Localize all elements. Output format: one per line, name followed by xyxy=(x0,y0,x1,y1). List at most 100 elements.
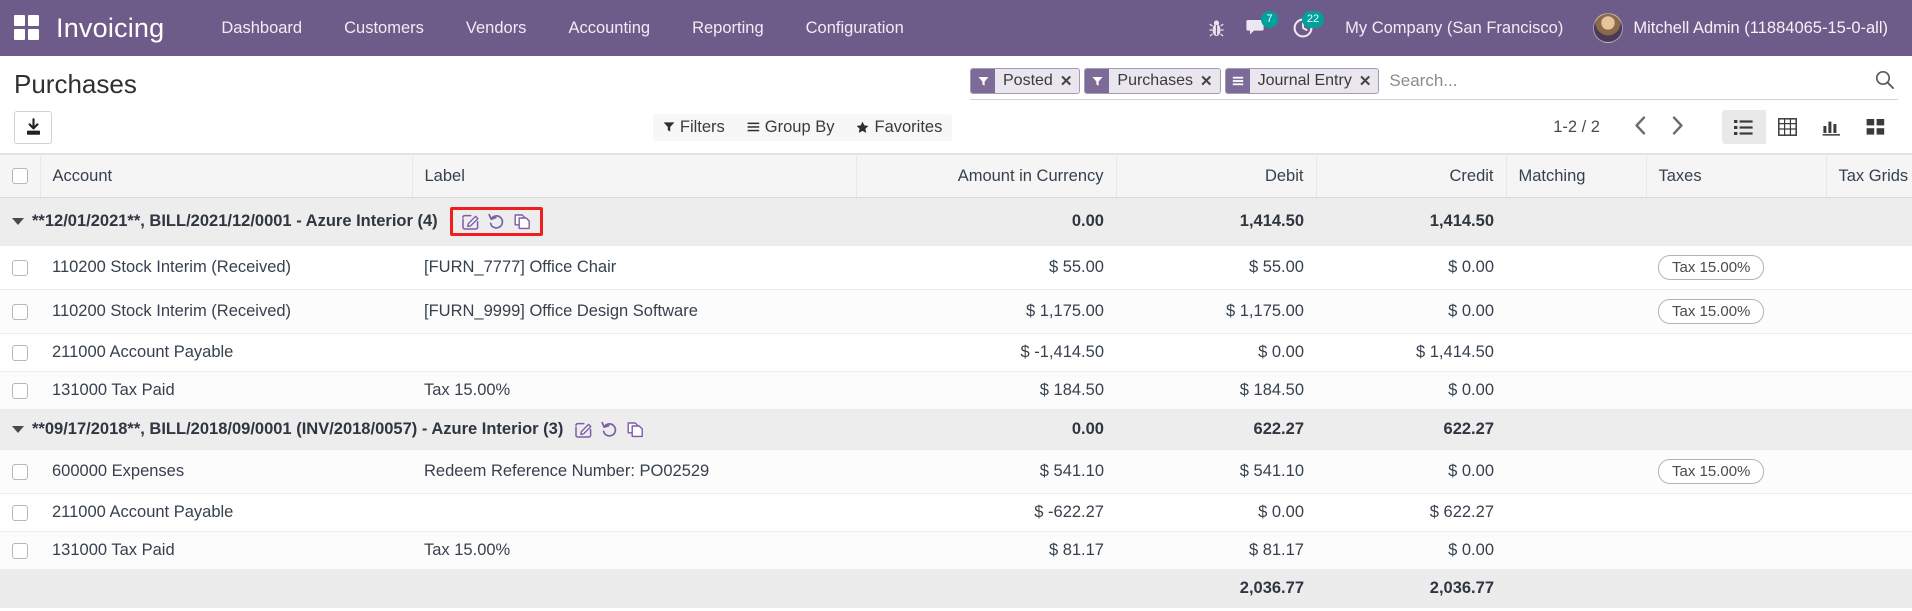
group-collapse-caret-icon[interactable] xyxy=(12,218,24,225)
menu-item-accounting[interactable]: Accounting xyxy=(547,1,671,56)
table-row[interactable]: 600000 Expenses Redeem Reference Number:… xyxy=(0,450,1912,494)
view-button-graph[interactable] xyxy=(1810,110,1854,144)
bug-icon[interactable] xyxy=(1198,0,1235,56)
column-header-label[interactable]: Label xyxy=(412,155,856,198)
cell-matching xyxy=(1506,246,1646,290)
app-brand-invoicing[interactable]: Invoicing xyxy=(56,13,164,44)
row-checkbox[interactable] xyxy=(12,464,28,480)
messages-badge: 7 xyxy=(1261,11,1278,28)
group-title-cell: **09/17/2018**, BILL/2018/09/0001 (INV/2… xyxy=(0,410,856,450)
filters-dropdown[interactable]: Filters xyxy=(663,118,725,137)
cell-debit: $ 55.00 xyxy=(1116,246,1316,290)
cell-credit: $ 0.00 xyxy=(1316,532,1506,570)
edit-pencil-icon[interactable] xyxy=(575,421,592,438)
list-icon xyxy=(1226,69,1250,93)
tax-badge: Tax 15.00% xyxy=(1658,459,1764,484)
duplicate-copy-icon[interactable] xyxy=(514,213,531,230)
column-header-debit[interactable]: Debit xyxy=(1116,155,1316,198)
cell-matching xyxy=(1506,532,1646,570)
search-input[interactable] xyxy=(1383,69,1898,93)
view-button-list[interactable] xyxy=(1722,110,1766,144)
cell-tax-grids xyxy=(1826,334,1912,372)
table-row[interactable]: 110200 Stock Interim (Received) [FURN_99… xyxy=(0,290,1912,334)
facet-purchases[interactable]: Purchases ✕ xyxy=(1084,68,1220,94)
row-checkbox-cell xyxy=(0,372,40,410)
favorites-dropdown[interactable]: Favorites xyxy=(856,118,942,137)
cell-account: 600000 Expenses xyxy=(40,450,412,494)
journal-items-table: Account Label Amount in Currency Debit C… xyxy=(0,154,1912,608)
column-header-matching[interactable]: Matching xyxy=(1506,155,1646,198)
cell-label: Tax 15.00% xyxy=(412,532,856,570)
row-checkbox[interactable] xyxy=(12,345,28,361)
column-header-amount-in-currency[interactable]: Amount in Currency xyxy=(856,155,1116,198)
facet-remove-icon[interactable]: ✕ xyxy=(1200,69,1220,93)
group-collapse-caret-icon[interactable] xyxy=(12,426,24,433)
undo-arrow-icon[interactable] xyxy=(601,421,618,438)
group-row[interactable]: **09/17/2018**, BILL/2018/09/0001 (INV/2… xyxy=(0,410,1912,450)
company-switcher[interactable]: My Company (San Francisco) xyxy=(1327,19,1581,38)
cell-taxes xyxy=(1646,532,1826,570)
facet-remove-icon[interactable]: ✕ xyxy=(1359,69,1379,93)
facet-posted[interactable]: Posted ✕ xyxy=(970,68,1080,94)
row-checkbox[interactable] xyxy=(12,260,28,276)
select-all-checkbox[interactable] xyxy=(12,168,28,184)
group-tax-grids xyxy=(1826,410,1912,450)
table-row[interactable]: 211000 Account Payable $ -622.27 $ 0.00 … xyxy=(0,494,1912,532)
control-panel-top-row: Purchases Posted ✕ xyxy=(0,56,1912,104)
group-title: **12/01/2021**, BILL/2021/12/0001 - Azur… xyxy=(32,212,438,231)
view-button-kanban[interactable] xyxy=(1854,110,1898,144)
activities-button[interactable]: 22 xyxy=(1281,0,1327,56)
edit-pencil-icon[interactable] xyxy=(462,213,479,230)
cell-taxes: Tax 15.00% xyxy=(1646,246,1826,290)
table-row[interactable]: 131000 Tax Paid Tax 15.00% $ 184.50 $ 18… xyxy=(0,372,1912,410)
filter-icon xyxy=(1085,69,1109,93)
cell-tax-grids xyxy=(1826,246,1912,290)
pager-range[interactable]: 1-2 / 2 xyxy=(1553,118,1600,137)
table-row[interactable]: 211000 Account Payable $ -1,414.50 $ 0.0… xyxy=(0,334,1912,372)
cell-matching xyxy=(1506,372,1646,410)
menu-item-configuration[interactable]: Configuration xyxy=(785,1,925,56)
column-header-tax-grids[interactable]: Tax Grids xyxy=(1826,155,1912,198)
cell-credit: $ 0.00 xyxy=(1316,246,1506,290)
facet-remove-icon[interactable]: ✕ xyxy=(1060,69,1080,93)
menu-item-customers[interactable]: Customers xyxy=(323,1,445,56)
row-checkbox[interactable] xyxy=(12,383,28,399)
pager-previous-button[interactable] xyxy=(1622,116,1659,139)
table-row[interactable]: 131000 Tax Paid Tax 15.00% $ 81.17 $ 81.… xyxy=(0,532,1912,570)
undo-arrow-icon[interactable] xyxy=(488,213,505,230)
messages-button[interactable]: 7 xyxy=(1235,0,1281,56)
row-checkbox[interactable] xyxy=(12,304,28,320)
cell-amount: $ 55.00 xyxy=(856,246,1116,290)
export-button[interactable] xyxy=(14,111,52,144)
cell-amount: $ 541.10 xyxy=(856,450,1116,494)
user-menu[interactable]: Mitchell Admin (11884065-15-0-all) xyxy=(1581,13,1894,43)
group-row[interactable]: **12/01/2021**, BILL/2021/12/0001 - Azur… xyxy=(0,198,1912,246)
group-by-dropdown[interactable]: Group By xyxy=(747,118,835,137)
row-checkbox[interactable] xyxy=(12,505,28,521)
view-button-pivot[interactable] xyxy=(1766,110,1810,144)
column-header-taxes[interactable]: Taxes xyxy=(1646,155,1826,198)
group-title-cell: **12/01/2021**, BILL/2021/12/0001 - Azur… xyxy=(0,198,856,246)
column-header-credit[interactable]: Credit xyxy=(1316,155,1506,198)
control-panel: Purchases Posted ✕ xyxy=(0,56,1912,154)
row-checkbox[interactable] xyxy=(12,543,28,559)
group-debit: 622.27 xyxy=(1116,410,1316,450)
menu-item-dashboard[interactable]: Dashboard xyxy=(200,1,323,56)
list-view-icon xyxy=(1734,119,1753,136)
pager-next-button[interactable] xyxy=(1659,116,1696,139)
menu-item-vendors[interactable]: Vendors xyxy=(445,1,548,56)
duplicate-copy-icon[interactable] xyxy=(627,421,644,438)
apps-grid-icon[interactable] xyxy=(14,15,40,41)
cell-account: 110200 Stock Interim (Received) xyxy=(40,290,412,334)
control-panel-bottom-row: Filters Group By Favorites 1-2 / 2 xyxy=(0,104,1912,153)
cell-taxes xyxy=(1646,334,1826,372)
filter-icon xyxy=(971,69,995,93)
menu-item-reporting[interactable]: Reporting xyxy=(671,1,785,56)
facet-journal-entry[interactable]: Journal Entry ✕ xyxy=(1225,68,1380,94)
search-icon[interactable] xyxy=(1875,70,1894,94)
user-name-label: Mitchell Admin (11884065-15-0-all) xyxy=(1633,19,1888,38)
row-checkbox-cell xyxy=(0,290,40,334)
cell-label: Redeem Reference Number: PO02529 xyxy=(412,450,856,494)
table-row[interactable]: 110200 Stock Interim (Received) [FURN_77… xyxy=(0,246,1912,290)
column-header-account[interactable]: Account xyxy=(40,155,412,198)
